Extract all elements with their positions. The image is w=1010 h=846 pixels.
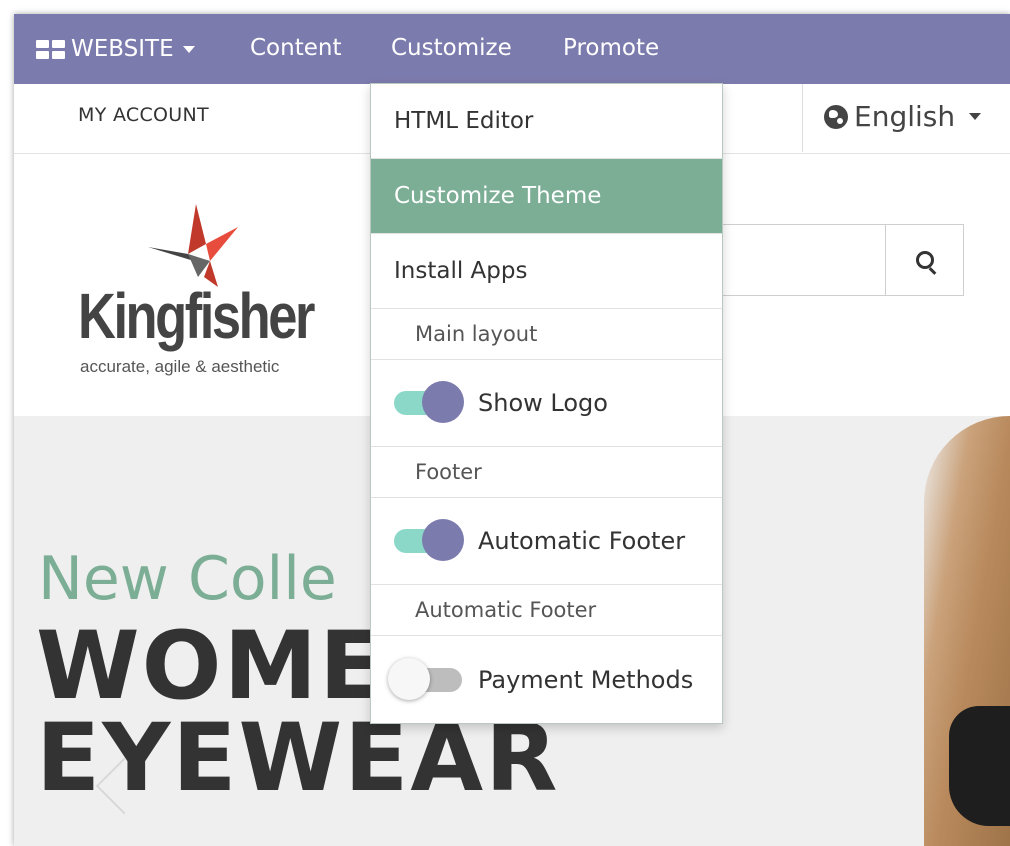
nav-customize[interactable]: Customize [391, 35, 512, 61]
eyewear-image [949, 706, 1010, 826]
language-label: English [854, 100, 956, 133]
admin-top-bar: WEBSITE Content Customize Promote [14, 14, 1010, 84]
my-account-link[interactable]: MY ACCOUNT [78, 104, 209, 126]
menu-item-customize-theme[interactable]: Customize Theme [371, 159, 722, 234]
toggle-label: Automatic Footer [478, 527, 686, 555]
toggle-label: Show Logo [478, 389, 608, 417]
website-menu-label: WEBSITE [71, 36, 174, 62]
nav-promote[interactable]: Promote [563, 35, 659, 61]
apps-grid-icon [36, 39, 65, 59]
language-selector[interactable]: English [824, 100, 982, 133]
logo-tagline: accurate, agile & aesthetic [80, 357, 280, 376]
toggle-switch-on[interactable] [394, 519, 464, 563]
logo-wordmark: Kingfisher [78, 280, 315, 352]
website-menu-button[interactable]: WEBSITE [36, 36, 195, 62]
nav-content[interactable]: Content [250, 35, 341, 61]
toggle-automatic-footer[interactable]: Automatic Footer [371, 498, 722, 585]
search-button[interactable] [885, 225, 963, 295]
toggle-label: Payment Methods [478, 665, 694, 694]
search-icon [915, 251, 934, 269]
customize-dropdown: HTML Editor Customize Theme Install Apps… [370, 83, 723, 724]
toggle-switch-on[interactable] [394, 381, 464, 425]
search-input[interactable] [722, 224, 964, 296]
caret-down-icon [969, 113, 982, 120]
divider [802, 84, 803, 152]
menu-item-install-apps[interactable]: Install Apps [371, 234, 722, 309]
menu-item-html-editor[interactable]: HTML Editor [371, 84, 722, 159]
toggle-payment-methods[interactable]: Payment Methods [371, 636, 722, 723]
toggle-show-logo[interactable]: Show Logo [371, 360, 722, 447]
caret-down-icon [182, 45, 195, 53]
section-header-main-layout: Main layout [371, 309, 722, 360]
toggle-switch-off[interactable] [388, 657, 464, 702]
browser-viewport: WEBSITE Content Customize Promote MY ACC… [14, 14, 1010, 846]
section-header-footer: Footer [371, 447, 722, 498]
globe-icon [824, 104, 848, 129]
section-header-automatic-footer: Automatic Footer [371, 585, 722, 636]
site-logo[interactable]: Kingfisher accurate, agile & aesthetic [78, 199, 348, 376]
bird-logo-icon [148, 204, 238, 287]
hero-subtitle: New Colle [38, 544, 337, 614]
